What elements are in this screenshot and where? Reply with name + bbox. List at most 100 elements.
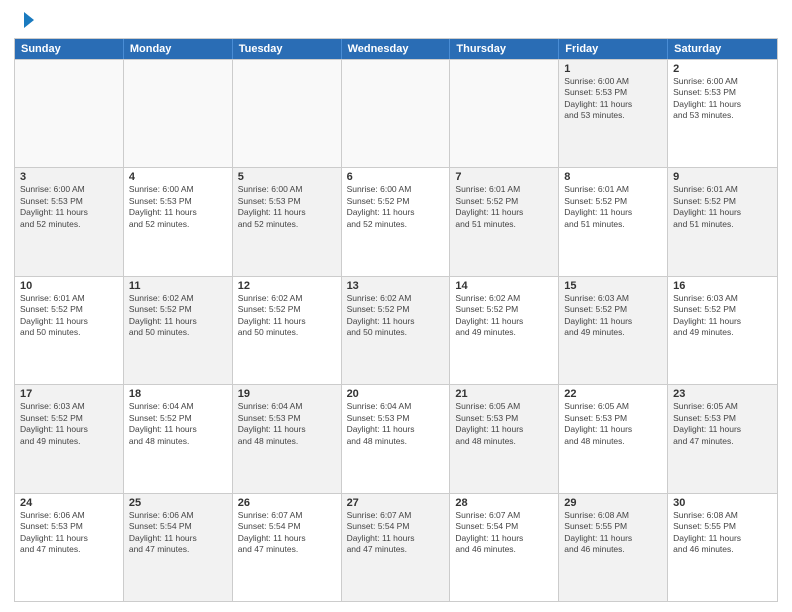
calendar: SundayMondayTuesdayWednesdayThursdayFrid…: [14, 38, 778, 602]
day-number: 12: [238, 280, 336, 292]
day-info: Sunrise: 6:01 AM Sunset: 5:52 PM Dayligh…: [673, 184, 772, 230]
calendar-cell-20: 20Sunrise: 6:04 AM Sunset: 5:53 PM Dayli…: [342, 385, 451, 492]
calendar-cell-empty-2: [233, 60, 342, 167]
calendar-cell-26: 26Sunrise: 6:07 AM Sunset: 5:54 PM Dayli…: [233, 494, 342, 601]
calendar-cell-3: 3Sunrise: 6:00 AM Sunset: 5:53 PM Daylig…: [15, 168, 124, 275]
calendar-header-thursday: Thursday: [450, 39, 559, 59]
calendar-week-4: 17Sunrise: 6:03 AM Sunset: 5:52 PM Dayli…: [15, 384, 777, 492]
calendar-cell-17: 17Sunrise: 6:03 AM Sunset: 5:52 PM Dayli…: [15, 385, 124, 492]
day-number: 5: [238, 171, 336, 183]
page: SundayMondayTuesdayWednesdayThursdayFrid…: [0, 0, 792, 612]
calendar-cell-23: 23Sunrise: 6:05 AM Sunset: 5:53 PM Dayli…: [668, 385, 777, 492]
day-info: Sunrise: 6:07 AM Sunset: 5:54 PM Dayligh…: [347, 510, 445, 556]
calendar-cell-empty-1: [124, 60, 233, 167]
day-info: Sunrise: 6:05 AM Sunset: 5:53 PM Dayligh…: [455, 401, 553, 447]
calendar-cell-13: 13Sunrise: 6:02 AM Sunset: 5:52 PM Dayli…: [342, 277, 451, 384]
day-info: Sunrise: 6:00 AM Sunset: 5:53 PM Dayligh…: [673, 76, 772, 122]
day-number: 7: [455, 171, 553, 183]
calendar-cell-19: 19Sunrise: 6:04 AM Sunset: 5:53 PM Dayli…: [233, 385, 342, 492]
day-info: Sunrise: 6:04 AM Sunset: 5:53 PM Dayligh…: [238, 401, 336, 447]
calendar-cell-14: 14Sunrise: 6:02 AM Sunset: 5:52 PM Dayli…: [450, 277, 559, 384]
day-info: Sunrise: 6:03 AM Sunset: 5:52 PM Dayligh…: [20, 401, 118, 447]
day-info: Sunrise: 6:07 AM Sunset: 5:54 PM Dayligh…: [238, 510, 336, 556]
day-number: 3: [20, 171, 118, 183]
day-info: Sunrise: 6:00 AM Sunset: 5:52 PM Dayligh…: [347, 184, 445, 230]
day-info: Sunrise: 6:03 AM Sunset: 5:52 PM Dayligh…: [564, 293, 662, 339]
calendar-cell-30: 30Sunrise: 6:08 AM Sunset: 5:55 PM Dayli…: [668, 494, 777, 601]
day-number: 25: [129, 497, 227, 509]
calendar-header-monday: Monday: [124, 39, 233, 59]
calendar-cell-2: 2Sunrise: 6:00 AM Sunset: 5:53 PM Daylig…: [668, 60, 777, 167]
calendar-week-1: 1Sunrise: 6:00 AM Sunset: 5:53 PM Daylig…: [15, 59, 777, 167]
day-number: 9: [673, 171, 772, 183]
day-number: 30: [673, 497, 772, 509]
calendar-week-2: 3Sunrise: 6:00 AM Sunset: 5:53 PM Daylig…: [15, 167, 777, 275]
calendar-cell-29: 29Sunrise: 6:08 AM Sunset: 5:55 PM Dayli…: [559, 494, 668, 601]
calendar-cell-7: 7Sunrise: 6:01 AM Sunset: 5:52 PM Daylig…: [450, 168, 559, 275]
calendar-cell-1: 1Sunrise: 6:00 AM Sunset: 5:53 PM Daylig…: [559, 60, 668, 167]
day-number: 16: [673, 280, 772, 292]
calendar-body: 1Sunrise: 6:00 AM Sunset: 5:53 PM Daylig…: [15, 59, 777, 601]
day-info: Sunrise: 6:01 AM Sunset: 5:52 PM Dayligh…: [455, 184, 553, 230]
day-info: Sunrise: 6:04 AM Sunset: 5:53 PM Dayligh…: [347, 401, 445, 447]
day-info: Sunrise: 6:07 AM Sunset: 5:54 PM Dayligh…: [455, 510, 553, 556]
day-number: 21: [455, 388, 553, 400]
header: [14, 10, 778, 30]
day-number: 26: [238, 497, 336, 509]
calendar-header-tuesday: Tuesday: [233, 39, 342, 59]
calendar-header-friday: Friday: [559, 39, 668, 59]
day-number: 15: [564, 280, 662, 292]
calendar-cell-22: 22Sunrise: 6:05 AM Sunset: 5:53 PM Dayli…: [559, 385, 668, 492]
calendar-header-saturday: Saturday: [668, 39, 777, 59]
calendar-cell-12: 12Sunrise: 6:02 AM Sunset: 5:52 PM Dayli…: [233, 277, 342, 384]
day-info: Sunrise: 6:08 AM Sunset: 5:55 PM Dayligh…: [673, 510, 772, 556]
day-info: Sunrise: 6:02 AM Sunset: 5:52 PM Dayligh…: [238, 293, 336, 339]
day-number: 13: [347, 280, 445, 292]
calendar-cell-empty-3: [342, 60, 451, 167]
day-info: Sunrise: 6:00 AM Sunset: 5:53 PM Dayligh…: [564, 76, 662, 122]
calendar-cell-25: 25Sunrise: 6:06 AM Sunset: 5:54 PM Dayli…: [124, 494, 233, 601]
day-number: 2: [673, 63, 772, 75]
calendar-cell-6: 6Sunrise: 6:00 AM Sunset: 5:52 PM Daylig…: [342, 168, 451, 275]
day-info: Sunrise: 6:05 AM Sunset: 5:53 PM Dayligh…: [564, 401, 662, 447]
calendar-header-sunday: Sunday: [15, 39, 124, 59]
day-number: 1: [564, 63, 662, 75]
calendar-cell-empty-0: [15, 60, 124, 167]
calendar-week-3: 10Sunrise: 6:01 AM Sunset: 5:52 PM Dayli…: [15, 276, 777, 384]
day-info: Sunrise: 6:01 AM Sunset: 5:52 PM Dayligh…: [564, 184, 662, 230]
day-number: 14: [455, 280, 553, 292]
calendar-week-5: 24Sunrise: 6:06 AM Sunset: 5:53 PM Dayli…: [15, 493, 777, 601]
day-number: 6: [347, 171, 445, 183]
day-info: Sunrise: 6:00 AM Sunset: 5:53 PM Dayligh…: [20, 184, 118, 230]
calendar-cell-28: 28Sunrise: 6:07 AM Sunset: 5:54 PM Dayli…: [450, 494, 559, 601]
day-number: 11: [129, 280, 227, 292]
day-info: Sunrise: 6:00 AM Sunset: 5:53 PM Dayligh…: [129, 184, 227, 230]
day-info: Sunrise: 6:05 AM Sunset: 5:53 PM Dayligh…: [673, 401, 772, 447]
day-info: Sunrise: 6:04 AM Sunset: 5:52 PM Dayligh…: [129, 401, 227, 447]
calendar-cell-5: 5Sunrise: 6:00 AM Sunset: 5:53 PM Daylig…: [233, 168, 342, 275]
day-number: 10: [20, 280, 118, 292]
calendar-cell-11: 11Sunrise: 6:02 AM Sunset: 5:52 PM Dayli…: [124, 277, 233, 384]
day-number: 17: [20, 388, 118, 400]
logo-triangle-icon: [16, 10, 36, 30]
logo: [14, 10, 36, 30]
calendar-cell-8: 8Sunrise: 6:01 AM Sunset: 5:52 PM Daylig…: [559, 168, 668, 275]
day-number: 27: [347, 497, 445, 509]
calendar-header-row: SundayMondayTuesdayWednesdayThursdayFrid…: [15, 39, 777, 59]
day-number: 8: [564, 171, 662, 183]
calendar-cell-10: 10Sunrise: 6:01 AM Sunset: 5:52 PM Dayli…: [15, 277, 124, 384]
calendar-header-wednesday: Wednesday: [342, 39, 451, 59]
day-info: Sunrise: 6:02 AM Sunset: 5:52 PM Dayligh…: [455, 293, 553, 339]
day-number: 24: [20, 497, 118, 509]
day-number: 4: [129, 171, 227, 183]
day-number: 20: [347, 388, 445, 400]
calendar-cell-4: 4Sunrise: 6:00 AM Sunset: 5:53 PM Daylig…: [124, 168, 233, 275]
day-info: Sunrise: 6:08 AM Sunset: 5:55 PM Dayligh…: [564, 510, 662, 556]
calendar-cell-27: 27Sunrise: 6:07 AM Sunset: 5:54 PM Dayli…: [342, 494, 451, 601]
day-number: 22: [564, 388, 662, 400]
calendar-cell-16: 16Sunrise: 6:03 AM Sunset: 5:52 PM Dayli…: [668, 277, 777, 384]
calendar-cell-9: 9Sunrise: 6:01 AM Sunset: 5:52 PM Daylig…: [668, 168, 777, 275]
day-info: Sunrise: 6:06 AM Sunset: 5:53 PM Dayligh…: [20, 510, 118, 556]
day-number: 29: [564, 497, 662, 509]
day-info: Sunrise: 6:00 AM Sunset: 5:53 PM Dayligh…: [238, 184, 336, 230]
